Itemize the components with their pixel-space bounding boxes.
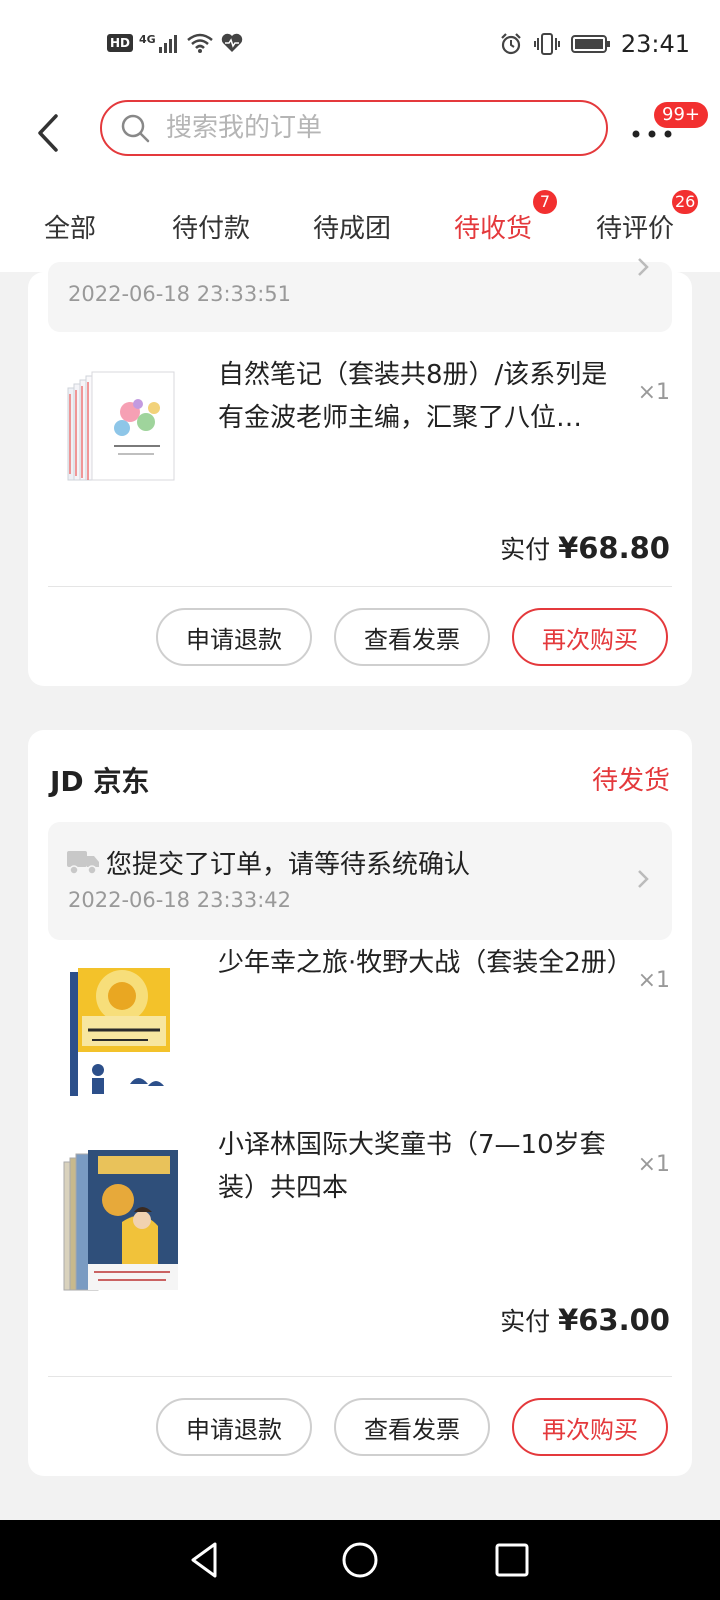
chevron-right-icon (638, 870, 649, 888)
buy-again-button[interactable]: 再次购买 (512, 1398, 668, 1456)
status-icons-right: 23:41 (499, 30, 690, 58)
request-refund-button[interactable]: 申请退款 (156, 608, 312, 666)
buy-again-button[interactable]: 再次购买 (512, 608, 668, 666)
payment-summary: 实付 ¥63.00 (500, 1302, 670, 1338)
network-4g-icon: 4G (139, 33, 180, 53)
alarm-icon (501, 33, 521, 55)
product-image[interactable] (68, 966, 188, 1106)
search-icon (121, 114, 150, 143)
logistics-info[interactable]: 2022-06-18 23:33:51 (48, 258, 672, 332)
tab-pending-review-badge: 26 (672, 190, 699, 214)
product-quantity: ×1 (637, 380, 670, 405)
paid-label: 实付 (500, 1307, 551, 1336)
battery-icon (570, 35, 610, 53)
shop-name[interactable]: JD 京东 (50, 760, 149, 800)
tab-all[interactable]: 全部 (44, 208, 96, 245)
divider (48, 1376, 672, 1377)
order-status-tabs: 全部 待付款 待成团 待收货 7 待评价 26 (0, 178, 720, 272)
search-box[interactable] (100, 100, 608, 156)
product-quantity: ×1 (637, 1152, 670, 1177)
tab-pending-review[interactable]: 待评价 (596, 208, 674, 245)
paid-amount: ¥63.00 (558, 1303, 670, 1337)
order-card[interactable]: JD 京东 待发货 您提交了订单，请等待系统确认 2022-06-18 23:3… (28, 730, 692, 1476)
product-title[interactable]: 小译林国际大奖童书（7—10岁套装）共四本 (218, 1124, 623, 1210)
product-title[interactable]: 少年幸之旅·牧野大战（套装全2册） (218, 942, 633, 985)
product-image[interactable] (62, 1148, 182, 1291)
view-invoice-button[interactable]: 查看发票 (334, 608, 490, 666)
book-set-image (63, 1150, 178, 1291)
order-status: 待发货 (591, 766, 670, 796)
nav-back-icon[interactable] (185, 1540, 225, 1580)
paid-label: 实付 (500, 535, 551, 564)
header: 99+ (0, 90, 720, 178)
tab-pending-group[interactable]: 待成团 (313, 208, 391, 245)
status-icons-left: HD 4G (107, 32, 244, 54)
message-count-badge: 99+ (654, 102, 708, 128)
tab-pending-payment[interactable]: 待付款 (172, 208, 250, 245)
logistics-message: 您提交了订单，请等待系统确认 (106, 850, 471, 880)
nav-home-icon[interactable] (340, 1540, 380, 1580)
request-refund-button[interactable]: 申请退款 (156, 1398, 312, 1456)
tab-pending-receipt[interactable]: 待收货 (454, 208, 532, 245)
book-set-image (70, 968, 170, 1100)
payment-summary: 实付 ¥68.80 (500, 530, 670, 566)
paid-amount: ¥68.80 (558, 531, 670, 565)
divider (48, 586, 672, 587)
tab-pending-receipt-badge: 7 (533, 190, 557, 214)
wifi-icon (186, 33, 213, 53)
chevron-right-icon (638, 258, 649, 276)
clock: 23:41 (620, 30, 690, 58)
order-card[interactable]: 2022-06-18 23:33:51 自然笔记（套装共8册）/该系列是有金波老… (28, 258, 692, 686)
status-bar: HD 4G 23:41 (0, 0, 720, 90)
truck-icon (67, 851, 99, 875)
health-heart-icon (221, 33, 242, 52)
hd-icon: HD (107, 34, 134, 52)
nav-recents-icon[interactable] (492, 1540, 532, 1580)
logistics-info[interactable]: 您提交了订单，请等待系统确认 2022-06-18 23:33:42 (48, 822, 672, 940)
logistics-time: 2022-06-18 23:33:42 (68, 888, 292, 912)
back-arrow-icon[interactable] (30, 108, 70, 158)
vibrate-icon (533, 33, 560, 55)
book-set-image (67, 371, 175, 481)
logistics-time: 2022-06-18 23:33:51 (68, 282, 292, 306)
product-quantity: ×1 (637, 968, 670, 993)
product-image[interactable] (62, 364, 182, 504)
view-invoice-button[interactable]: 查看发票 (334, 1398, 490, 1456)
search-input[interactable] (164, 112, 568, 144)
system-navigation-bar (0, 1520, 720, 1600)
product-title[interactable]: 自然笔记（套装共8册）/该系列是有金波老师主编，汇聚了八位… (218, 354, 623, 440)
